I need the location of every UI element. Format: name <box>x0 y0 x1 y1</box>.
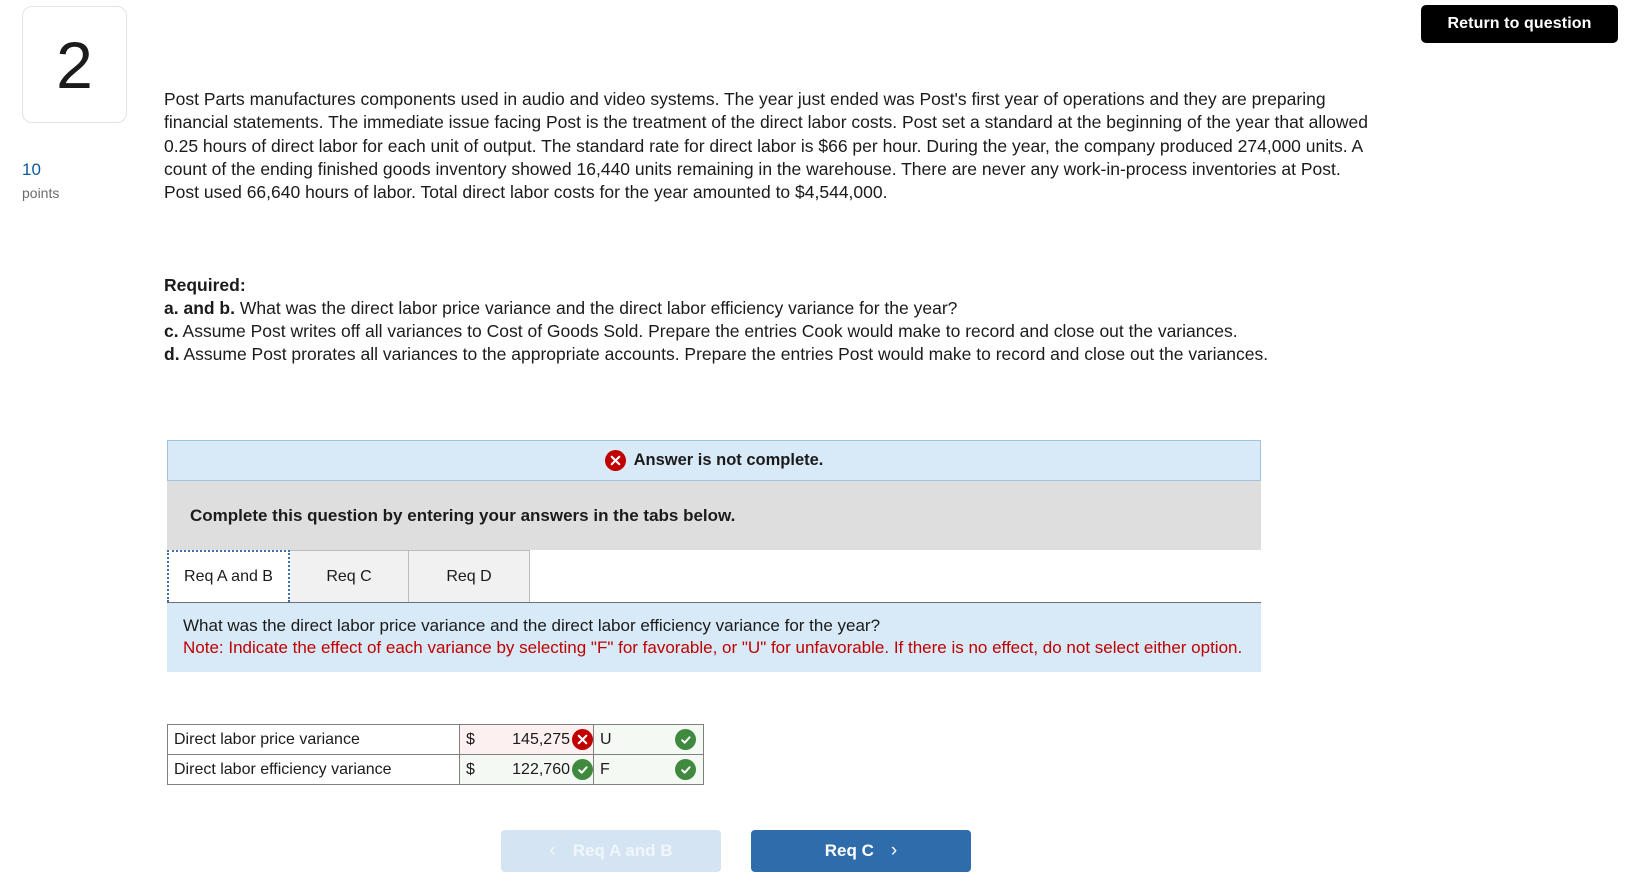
table-row: Direct labor price variance $ 145,275 U <box>167 724 704 755</box>
tab-strip: Req A and B Req C Req D <box>167 550 1261 602</box>
required-marker: a. and b. <box>164 298 235 318</box>
currency-symbol: $ <box>466 760 475 778</box>
variance-flag-cell[interactable]: F <box>593 754 704 785</box>
tab-label: Req C <box>326 567 372 585</box>
tab-req-c[interactable]: Req C <box>289 550 409 602</box>
correct-icon <box>675 759 696 780</box>
incorrect-icon <box>572 729 593 750</box>
required-item-d: d. Assume Post prorates all variances to… <box>164 343 1364 366</box>
return-to-question-button[interactable]: Return to question <box>1421 5 1618 43</box>
required-text: What was the direct labor price variance… <box>239 298 958 318</box>
required-item-a-b: a. and b. What was the direct labor pric… <box>164 297 1364 320</box>
previous-requirement-button[interactable]: ‹ Req A and B <box>501 830 721 872</box>
question-stem: Post Parts manufactures components used … <box>164 89 1368 203</box>
tab-label: Req A and B <box>184 568 273 585</box>
correct-icon <box>572 759 593 780</box>
table-row: Direct labor efficiency variance $ 122,7… <box>167 754 704 785</box>
exam-question-page: Return to question 2 10 points Post Part… <box>0 0 1628 896</box>
variance-label-cell: Direct labor efficiency variance <box>167 754 460 785</box>
flag-value: F <box>600 760 610 778</box>
required-marker: c. <box>164 321 179 341</box>
amount-value: 145,275 <box>512 730 570 748</box>
answer-status-text: Answer is not complete. <box>633 451 824 469</box>
tab-question-panel: What was the direct labor price variance… <box>167 602 1261 672</box>
flag-value: U <box>600 730 612 748</box>
tab-req-a-and-b[interactable]: Req A and B <box>167 550 290 602</box>
next-requirement-label: Req C <box>824 841 874 860</box>
tab-question-note: Note: Indicate the effect of each varian… <box>183 638 1243 657</box>
question-number: 2 <box>56 27 93 102</box>
tab-req-d[interactable]: Req D <box>408 550 530 602</box>
instruction-bar: Complete this question by entering your … <box>167 481 1261 550</box>
required-text: Assume Post writes off all variances to … <box>182 321 1238 341</box>
tab-question-title: What was the direct labor price variance… <box>183 616 881 635</box>
tab-label: Req D <box>446 567 492 585</box>
points-value: 10 <box>22 160 41 179</box>
answer-status-banner: Answer is not complete. <box>167 440 1261 481</box>
next-requirement-button[interactable]: Req C › <box>751 830 971 872</box>
amount-value: 122,760 <box>512 760 570 778</box>
required-marker: d. <box>164 344 180 364</box>
question-number-box: 2 <box>22 6 127 123</box>
variance-label-cell: Direct labor price variance <box>167 724 460 755</box>
chevron-left-icon: ‹ <box>549 840 556 861</box>
variance-amount-cell[interactable]: $ 122,760 <box>459 754 594 785</box>
required-heading: Required: <box>164 275 246 295</box>
error-circle-icon <box>604 450 626 471</box>
answer-widget: Answer is not complete. Complete this qu… <box>167 440 1261 672</box>
required-text: Assume Post prorates all variances to th… <box>183 344 1269 364</box>
required-section: Required: a. and b. What was the direct … <box>164 274 1364 366</box>
variance-amount-cell[interactable]: $ 145,275 <box>459 724 594 755</box>
variance-flag-cell[interactable]: U <box>593 724 704 755</box>
correct-icon <box>675 729 696 750</box>
previous-requirement-label: Req A and B <box>572 841 673 860</box>
currency-symbol: $ <box>466 730 475 748</box>
chevron-right-icon: › <box>890 840 898 861</box>
required-item-c: c. Assume Post writes off all variances … <box>164 320 1364 343</box>
points-label: points <box>22 185 60 201</box>
instruction-text: Complete this question by entering your … <box>190 505 736 525</box>
answer-table: Direct labor price variance $ 145,275 U … <box>167 724 704 785</box>
